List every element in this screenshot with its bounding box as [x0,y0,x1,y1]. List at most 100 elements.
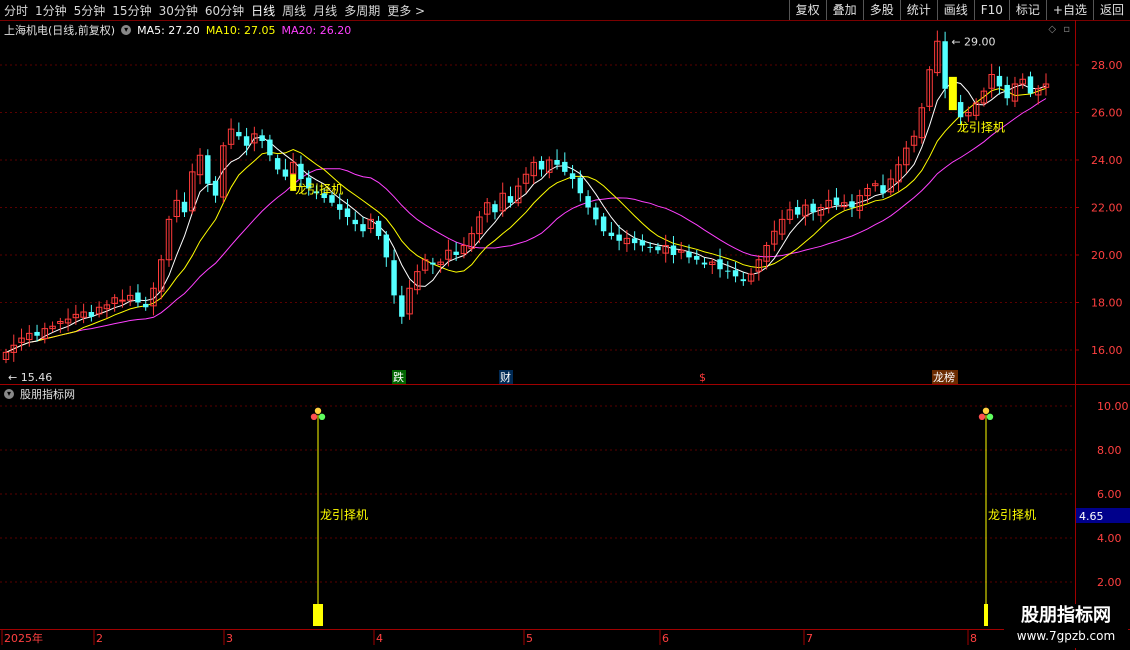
candle-body-down [391,260,397,296]
candle-body-down [996,75,1003,87]
candle-body-down [430,262,436,265]
candle-body-down [344,208,351,217]
candle-body-down [794,207,801,215]
indicator-tick-label: 6.00 [1097,488,1122,501]
diamond-icon[interactable]: ◇ [1048,24,1056,35]
date-label: 2025年 [4,631,43,645]
candle-body-down [181,201,188,213]
indicator-dot-green [986,413,994,420]
candle-body-down [849,201,855,208]
candle-body-down [655,246,661,251]
candle-body-down [492,204,498,213]
brand-watermark: 股朋指标网 www.7gpzb.com [1004,604,1128,648]
candle-body-up [119,299,126,302]
ma5-label: MA5: 27.20 [137,23,200,37]
candle-body-down [135,292,141,303]
candle-body-down [639,240,646,246]
candle-body-down [694,255,700,260]
signal-label: 龙引择机 [957,121,1005,135]
stock-title: 上海机电(日线,前复权) [4,24,116,37]
candle-body-down [880,185,886,194]
candle-body-down [399,295,405,317]
indicator-dot-red [310,413,318,420]
candle-body-down [577,177,584,194]
dropdown-icon[interactable]: ▾ [4,389,14,399]
main-info-bar: 上海机电(日线,前复权) ▾ MA5: 27.20 MA10: 27.05 MA… [4,22,357,38]
axes: 28.0026.0024.0022.0020.0018.0016.0010.00… [1,59,1130,645]
candle-body-down [585,196,591,208]
candle-body-down [562,161,568,172]
current-value-label: 4.65 [1079,510,1104,523]
brand-url: www.7gpzb.com [1016,629,1116,643]
indicator-tick-label: 8.00 [1097,444,1122,457]
candle-body-down [554,160,560,165]
candle-body-down [243,136,250,146]
candle-body-down [507,196,514,203]
candle-body-down [298,163,304,179]
square-icon[interactable]: ▫ [1063,24,1070,35]
candle-body-down [569,173,576,179]
ma20-line [5,98,1047,353]
ma20-label: MA20: 26.20 [281,23,352,37]
candle-body-down [957,102,964,118]
indicator-dot-red [978,413,986,420]
candle-body-down [352,219,358,225]
indicator-tick-label: 4.00 [1097,532,1122,545]
price-tick-label: 24.00 [1091,154,1123,167]
kline-chart[interactable]: ← 29.00← 15.46龙引择机龙引择机跌财 $ 龙榜 龙引择机 龙引择机 28.… [0,0,1130,650]
candle-body-down [732,270,739,277]
signal-label: 龙引择机 [295,182,343,196]
dropdown-icon[interactable]: ▾ [121,25,132,35]
candle-body-down [360,224,366,232]
candle-body-down [212,180,219,196]
candle-body-down [282,169,289,177]
indicator-dot-yellow [982,407,990,414]
candle-body-down [725,270,731,272]
candle-body-down [1027,76,1034,94]
indicator-signal-label: 龙引择机 [320,508,368,522]
candle-body-down [453,251,459,255]
candle-body-down [383,234,390,258]
indicator-signal-label: 龙引择机 [988,508,1036,522]
candle-body-down [608,232,615,236]
candle-body-down [593,207,599,220]
candle-body-down [810,203,816,213]
candle-body-down [942,41,948,89]
low-price-label: ← 15.46 [8,371,52,384]
annotations: ← 29.00← 15.46龙引择机龙引择机跌财 $ 龙榜 [8,35,1005,384]
indicator-panel: 龙引择机 龙引择机 [310,407,1036,626]
candle-body-down [267,139,273,156]
date-label: 5 [526,632,533,645]
indicator-dot-green [318,413,326,420]
candle-body-down [375,220,382,236]
price-tick-label: 26.00 [1091,107,1123,120]
event-marker: $ [699,371,706,384]
indicator-signal-bar [313,604,323,626]
high-price-label: ← 29.00 [951,35,995,48]
ma10-curve [5,87,1047,353]
candle-body-down [205,155,211,184]
ma20-curve [5,98,1047,353]
ma10-label: MA10: 27.05 [205,23,276,37]
indicator-tick-label: 2.00 [1097,576,1122,589]
indicator-dot-yellow [314,407,322,414]
candle-body-down [647,246,653,248]
event-marker: 龙榜 [933,370,955,384]
indicator-tick-label: 10.00 [1097,400,1129,413]
candle-body-down [717,259,723,270]
sub-info-bar: ▾ 股朋指标网 [4,386,81,402]
date-label: 4 [376,632,383,645]
price-tick-label: 18.00 [1091,297,1123,310]
candle-body-down [670,245,677,255]
candle-body-down [34,331,40,336]
candle-body-down [329,195,335,203]
price-tick-label: 22.00 [1091,202,1123,215]
candle-body-down [701,262,708,265]
price-tick-label: 20.00 [1091,249,1123,262]
price-tick-label: 16.00 [1091,344,1123,357]
candle-body-down [236,131,242,137]
candle-body-down [1004,84,1010,99]
candle-body-down [833,197,840,206]
signal-bar [948,76,957,111]
candle-body-down [616,234,622,241]
